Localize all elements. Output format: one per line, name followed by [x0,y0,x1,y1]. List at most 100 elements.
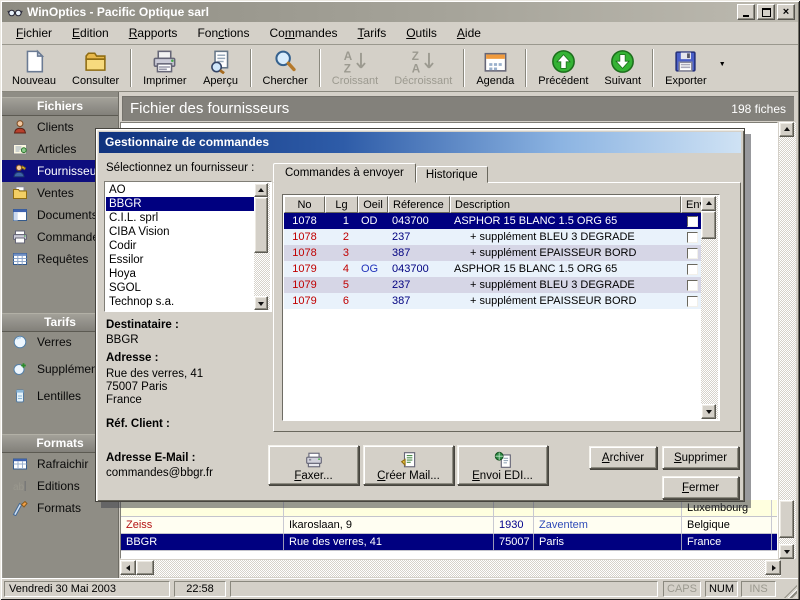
supplier-option-hoya[interactable]: Hoya [106,267,254,281]
supplier-row-zeiss[interactable]: ZeissIkaroslaan, 91930ZaventemBelgique [121,517,777,534]
button-label: Archiver [602,452,644,464]
supplier-option-bbgr[interactable]: BBGR [106,197,254,211]
column-header-reference[interactable]: Réference [388,196,450,213]
supplier-option-sgol[interactable]: SGOL [106,281,254,295]
menu-item-aide[interactable]: Aide [447,23,491,44]
button-label: Fermer [682,482,719,494]
record-count: 198 fiches [731,102,794,116]
window-titlebar[interactable]: WinOptics - Pacific Optique sarl × [2,2,798,22]
scroll-thumb[interactable] [779,500,794,538]
orders-table-vscrollbar[interactable] [701,196,718,419]
faxer-button[interactable]: Faxer... [268,445,359,485]
scroll-up-button[interactable] [701,196,716,211]
sidebar-item-label: Ventes [37,186,74,200]
supplier-option-ciba-vision[interactable]: CIBA Vision [106,225,254,239]
envoi-edi-button[interactable]: Envoi EDI... [457,445,548,485]
scroll-up-button[interactable] [254,183,268,197]
menu-item-tarifs[interactable]: Tarifs [348,23,397,44]
arrow-up-icon [784,124,790,131]
order-eye [358,293,388,309]
menu-bar: FichierEditionRapportsFonctionsCommandes… [2,22,798,45]
toolbar-button-imprimer[interactable]: Imprimer [135,47,194,89]
env-checkbox[interactable] [687,232,698,243]
dropdown-arrow-icon[interactable]: ▼ [719,61,726,68]
lens-plus-icon [12,361,28,377]
creer-mail-button[interactable]: Créer Mail... [363,445,454,485]
toolbar-button-consulter[interactable]: Consulter [64,47,127,89]
minimize-button[interactable] [737,4,755,20]
menu-item-edition[interactable]: Edition [62,23,119,44]
arrow-right-icon [772,565,779,571]
scroll-up-button[interactable] [779,122,794,137]
toolbar-button-nouveau[interactable]: Nouveau [4,47,64,89]
column-header-lg[interactable]: Lg [325,196,358,213]
menu-item-commandes[interactable]: Commandes [259,23,347,44]
supplier-country: France [682,534,772,550]
menu-item-rapports[interactable]: Rapports [119,23,188,44]
env-checkbox[interactable] [687,280,698,291]
svg-text:Z: Z [412,49,419,62]
env-checkbox[interactable] [687,264,698,275]
suppliers-table-vscrollbar[interactable] [779,122,796,559]
menu-item-fonctions[interactable]: Fonctions [187,23,259,44]
sort-descending-icon: ZA [411,49,436,74]
status-time: 22:58 [174,581,226,597]
supplier-address: Ikaroslaan, 9 [284,517,494,533]
env-checkbox[interactable] [687,296,698,307]
supplier-row-partial[interactable]: Luxembourg [121,500,777,517]
order-row-1079-5[interactable]: 10795237+ supplément BLEU 3 DEGRADE [284,277,701,293]
scroll-down-button[interactable] [254,296,268,310]
fermer-button[interactable]: Fermer [662,476,739,499]
env-checkbox[interactable] [687,248,698,259]
order-row-1079-4[interactable]: 10794OG043700ASPHOR 15 BLANC 1.5 ORG 65 [284,261,701,277]
app-glasses-icon [7,4,23,20]
maximize-button[interactable] [757,4,775,20]
supplier-option-c-i-l-sprl[interactable]: C.I.L. sprl [106,211,254,225]
order-row-1078-1[interactable]: 10781OD043700ASPHOR 15 BLANC 1.5 ORG 65 [284,213,701,229]
supplier-option-ao[interactable]: AO [106,183,254,197]
archiver-button[interactable]: Archiver [589,446,657,469]
dialog-titlebar[interactable]: Gestionnaire de commandes [99,132,741,153]
maximize-icon [762,8,771,17]
column-header-oeil[interactable]: Oeil [358,196,388,213]
scroll-down-button[interactable] [779,544,794,559]
scroll-left-button[interactable] [120,560,136,575]
tab-historique[interactable]: Historique [416,166,488,183]
toolbar-button-exporter[interactable]: Exporter▼ [657,47,715,89]
menu-item-fichier[interactable]: Fichier [6,23,62,44]
scroll-right-button[interactable] [765,560,781,575]
suppliers-table-hscrollbar[interactable] [120,560,781,577]
toolbar-button-precedent[interactable]: Précédent [530,47,596,89]
toolbar-button-agenda[interactable]: Agenda [468,47,522,89]
scroll-thumb[interactable] [254,197,268,253]
toolbar-button-chercher[interactable]: Chercher [255,47,316,89]
toolbar-button-suivant[interactable]: Suivant [596,47,649,89]
env-checkbox[interactable] [687,216,698,227]
supplier-listbox[interactable]: AOBBGRC.I.L. sprlCIBA VisionCodirEssilor… [104,181,272,312]
supplier-row-bbgr[interactable]: BBGRRue des verres, 4175007ParisFrance [121,534,777,551]
column-header-description[interactable]: Description [450,196,681,213]
order-row-1079-6[interactable]: 10796387+ supplément EPAISSEUR BORD [284,293,701,309]
scroll-thumb[interactable] [701,211,716,239]
supplier-name [121,500,284,516]
supplier-option-codir[interactable]: Codir [106,239,254,253]
supplier-option-technop-s-a[interactable]: Technop s.a. [106,295,254,309]
order-row-1078-2[interactable]: 10782237+ supplément BLEU 3 DEGRADE [284,229,701,245]
column-header-env[interactable]: Env [681,196,701,213]
column-header-no[interactable]: No [284,196,325,213]
menu-item-outils[interactable]: Outils [396,23,447,44]
supplier-option-essilor[interactable]: Essilor [106,253,254,267]
button-label: Faxer... [294,470,332,482]
listbox-vscrollbar[interactable] [254,183,270,310]
toolbar-button-apercu[interactable]: Aperçu [195,47,247,89]
arrow-left-icon [123,565,130,571]
supprimer-button[interactable]: Supprimer [662,446,739,469]
resize-grip[interactable] [784,585,797,598]
tab-commandes-a-envoyer[interactable]: Commandes à envoyer [273,163,416,183]
scroll-thumb[interactable] [136,560,154,575]
supplier-select-label: Sélectionnez un fournisseur : [106,162,254,174]
close-button[interactable]: × [777,4,795,20]
scroll-down-button[interactable] [701,404,716,419]
order-line: 4 [325,261,358,277]
order-row-1078-3[interactable]: 10783387+ supplément EPAISSEUR BORD [284,245,701,261]
